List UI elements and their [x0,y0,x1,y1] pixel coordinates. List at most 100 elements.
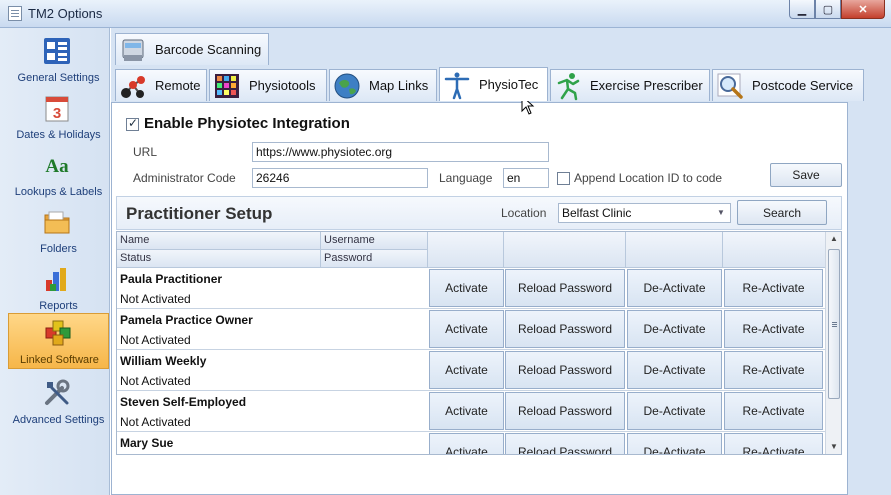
scroll-up-icon[interactable]: ▲ [826,232,841,246]
aa-text-icon: Aa [45,156,69,177]
tab-barcode-scanning[interactable]: Barcode Scanning [115,33,269,65]
url-input[interactable]: https://www.physiotec.org [252,142,549,162]
deactivate-button[interactable]: De-Activate [627,351,722,389]
sidebar-item-label: Dates & Holidays [16,129,101,141]
reload-password-button[interactable]: Reload Password [505,433,625,454]
sidebar-item-dates-holidays[interactable]: 3 Dates & Holidays [8,89,109,146]
column-header-status[interactable]: Status [117,250,321,268]
column-header-username[interactable]: Username [321,232,428,250]
tab-label: PhysioTec [479,77,539,92]
cubes-icon [45,320,71,346]
table-row[interactable]: Steven Self-Employed Not Activated Activat… [117,391,826,432]
url-label: URL [133,145,158,159]
reload-password-button[interactable]: Reload Password [505,310,625,348]
table-row[interactable]: Pamela Practice Owner Not Activated Activa… [117,309,826,350]
table-row[interactable]: William Weekly Not Activated Activate Reloa… [117,350,826,391]
enable-physiotec-checkbox[interactable] [126,116,139,131]
tab-postcode-service[interactable]: Postcode Service [712,69,864,101]
column-header-password[interactable]: Password [321,250,428,268]
sidebar-item-label: Reports [39,300,78,312]
scrollbar-thumb[interactable] [828,249,840,399]
table-row[interactable]: Mary Sue Activate Reload Password De-Activa… [117,432,826,454]
save-button[interactable]: Save [770,163,842,187]
close-button[interactable]: ✕ [841,0,885,19]
language-input[interactable]: en [503,168,549,188]
deactivate-button[interactable]: De-Activate [627,269,722,307]
activate-button[interactable]: Activate [429,269,504,307]
sidebar-item-label: Lookups & Labels [14,186,103,198]
minimize-button[interactable]: ▁ [789,0,815,19]
reactivate-button[interactable]: Re-Activate [724,351,823,389]
append-location-checkbox[interactable] [557,172,570,185]
physiotec-figure-icon [444,72,470,99]
reload-password-button[interactable]: Reload Password [505,392,625,430]
column-header-name[interactable]: Name [117,232,321,250]
reports-chart-icon [46,268,66,291]
activate-button[interactable]: Activate [429,433,504,454]
practitioner-name: Steven Self-Employed [120,395,247,409]
activate-button[interactable]: Activate [429,310,504,348]
calendar-icon: 3 [45,96,69,122]
reactivate-button[interactable]: Re-Activate [724,269,823,307]
practitioner-status: Not Activated [120,292,191,306]
tab-label: Exercise Prescriber [590,78,703,93]
append-location-label: Append Location ID to code [574,171,723,185]
practitioner-setup-title: Practitioner Setup [126,204,273,223]
column-header-reactivate [723,232,826,268]
enable-physiotec-label: Enable Physiotec Integration [144,115,350,132]
remote-molecule-icon [121,75,145,98]
tab-label: Map Links [369,78,429,93]
admin-code-input[interactable]: 26246 [252,168,428,188]
practitioner-name: William Weekly [120,354,207,368]
window-title: TM2 Options [28,6,103,21]
location-selected-value: Belfast Clinic [562,206,632,220]
tab-label: Barcode Scanning [155,42,262,57]
window-controls: ▁ ▢ ✕ [789,0,885,19]
maximize-button[interactable]: ▢ [815,0,841,19]
sidebar-item-general-settings[interactable]: General Settings [8,32,109,89]
tab-exercise-prescriber[interactable]: Exercise Prescriber [550,69,710,101]
reload-password-button[interactable]: Reload Password [505,269,625,307]
tab-label: Physiotools [249,78,316,93]
svg-text:Aa: Aa [45,156,69,177]
reload-password-button[interactable]: Reload Password [505,351,625,389]
sidebar-item-label: General Settings [17,72,100,84]
column-header-deactivate [626,232,723,268]
tab-map-links[interactable]: Map Links [329,69,437,101]
tab-label: Remote [155,78,201,93]
activate-button[interactable]: Activate [429,351,504,389]
practitioner-status: Not Activated [120,374,191,388]
reactivate-button[interactable]: Re-Activate [724,433,823,454]
practitioner-status: Not Activated [120,415,191,429]
exercise-figure-icon [557,72,580,100]
tab-remote[interactable]: Remote [115,69,207,101]
activate-button[interactable]: Activate [429,392,504,430]
deactivate-button[interactable]: De-Activate [627,433,722,454]
sidebar-item-folders[interactable]: Folders [8,203,109,260]
sidebar-item-lookups-labels[interactable]: Aa Lookups & Labels [8,146,109,203]
sidebar-item-linked-software[interactable]: Linked Software [8,313,109,369]
practitioner-name: Mary Sue [120,436,174,450]
practitioner-name: Paula Practitioner [120,272,223,286]
sidebar-item-advanced-settings[interactable]: Advanced Settings [8,374,109,431]
app-icon [8,6,22,21]
deactivate-button[interactable]: De-Activate [627,310,722,348]
folder-icon [44,211,70,234]
vertical-scrollbar[interactable]: ▲ ▼ [825,232,841,454]
sidebar-item-label: Advanced Settings [12,414,105,426]
tab-physiotec[interactable]: PhysioTec [439,67,548,101]
reactivate-button[interactable]: Re-Activate [724,310,823,348]
scroll-down-icon[interactable]: ▼ [826,440,841,454]
svg-text:3: 3 [53,105,61,122]
tab-physiotools[interactable]: Physiotools [209,69,327,101]
title-bar: TM2 Options ▁ ▢ ✕ [0,0,891,28]
deactivate-button[interactable]: De-Activate [627,392,722,430]
reactivate-button[interactable]: Re-Activate [724,392,823,430]
tab-label: Postcode Service [752,78,854,93]
practitioner-grid: Name Username Status Password Paula Prac… [116,231,842,455]
location-select[interactable]: Belfast Clinic ▼ [558,203,731,223]
table-row[interactable]: Paula Practitioner Not Activated Activate R… [117,268,826,309]
sidebar-item-reports[interactable]: Reports [8,260,109,317]
admin-code-label: Administrator Code [133,171,236,185]
search-button[interactable]: Search [737,200,827,225]
